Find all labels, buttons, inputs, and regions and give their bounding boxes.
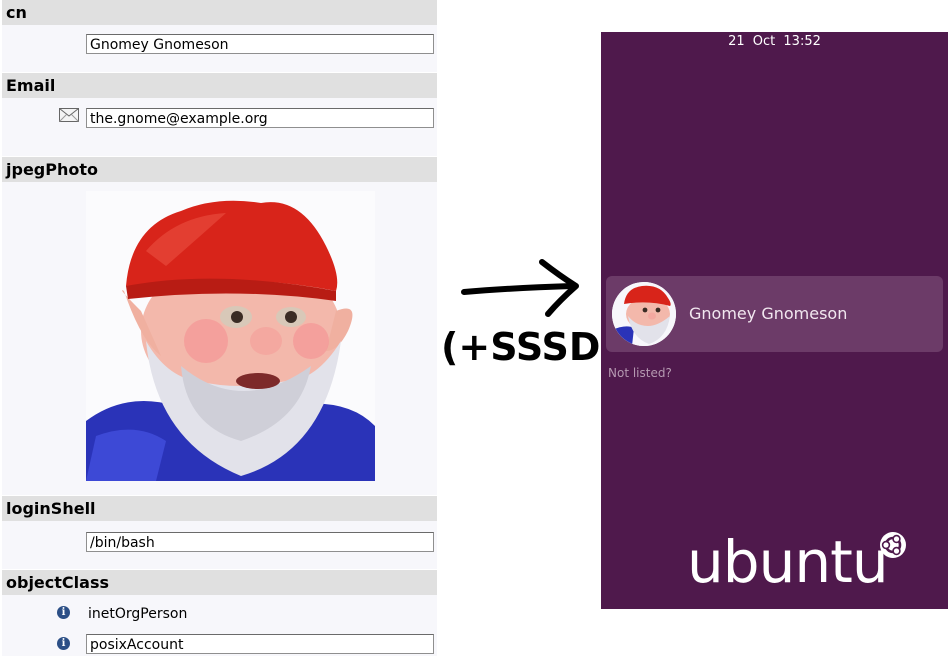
mail-icon[interactable]	[59, 108, 79, 122]
ldap-attribute-editor: cn Gnomey Gnomeson Email the.gnome@examp…	[0, 0, 437, 656]
clock: 21 Oct 13:52	[601, 35, 948, 49]
clock-date: 21 Oct	[728, 34, 776, 49]
cn-field[interactable]: Gnomey Gnomeson	[86, 34, 434, 54]
attr-header-loginshell: loginShell	[2, 496, 437, 521]
attr-header-jpegphoto: jpegPhoto	[2, 157, 437, 182]
info-icon[interactable]: i	[57, 606, 70, 619]
attr-header-email: Email	[2, 73, 437, 98]
not-listed-link[interactable]: Not listed?	[608, 366, 672, 380]
login-shell-field[interactable]: /bin/bash	[86, 532, 434, 552]
objectclass-value: inetOrgPerson	[88, 606, 188, 622]
attr-header-cn: cn	[2, 0, 437, 25]
avatar	[612, 282, 676, 346]
attr-header-objectclass: objectClass	[2, 570, 437, 595]
email-field[interactable]: the.gnome@example.org	[86, 108, 434, 128]
clock-time: 13:52	[783, 34, 821, 49]
user-name: Gnomey Gnomeson	[689, 304, 848, 323]
ubuntu-login-screen: 21 Oct 13:52 Gnomey Gnomeson Not listed?…	[601, 32, 948, 609]
arrow-right-icon	[461, 259, 579, 317]
sssd-annotation: (+SSSD)	[441, 325, 618, 369]
gnome-photo[interactable]	[86, 191, 375, 481]
objectclass-field[interactable]: posixAccount	[86, 634, 434, 654]
info-icon[interactable]: i	[57, 637, 70, 650]
circle-of-friends-icon	[880, 532, 906, 558]
ubuntu-wordmark: ubuntu	[687, 528, 889, 596]
user-list-item[interactable]: Gnomey Gnomeson	[606, 276, 943, 352]
